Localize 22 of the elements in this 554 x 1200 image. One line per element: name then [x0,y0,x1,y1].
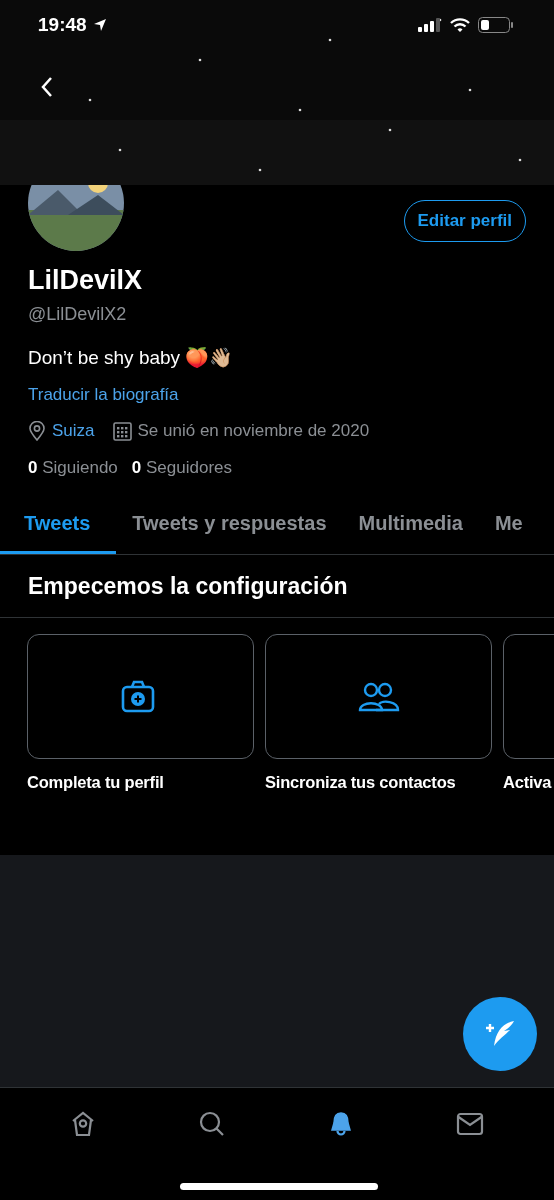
section-heading: Empecemos la configuración [0,555,554,618]
card-label: Sincroniza tus contactos [265,773,457,792]
followers-count[interactable]: 0 Seguidores [131,458,233,478]
profile-handle: @LilDevilX2 [28,304,128,325]
search-icon [197,1110,226,1138]
profile-tab[interactable]: Multimedia [342,498,479,554]
card-label: Completa tu perfil [27,773,165,792]
profile-location[interactable]: Suiza [52,421,95,441]
envelope-icon [455,1110,484,1138]
profile-name: LilDevilX [28,265,144,296]
location-pin-icon [28,421,46,441]
profile-tab[interactable]: Tweets [0,498,117,554]
translate-bio-link[interactable]: Traducir la biografía [28,385,179,405]
profile-bio: Don’t be shy baby 🍑👋🏼 [28,346,235,369]
calendar-icon [112,421,132,441]
join-date: Se unió en noviembre de 2020 [137,421,370,441]
setup-card[interactable] [27,634,254,759]
setup-card[interactable] [265,634,492,759]
card-label: Activa [503,773,553,792]
following-count[interactable]: 0 Siguiendo [28,458,118,478]
profile-tab[interactable]: Me [478,498,539,554]
profile-tab[interactable]: Tweets y respuestas [116,498,343,554]
